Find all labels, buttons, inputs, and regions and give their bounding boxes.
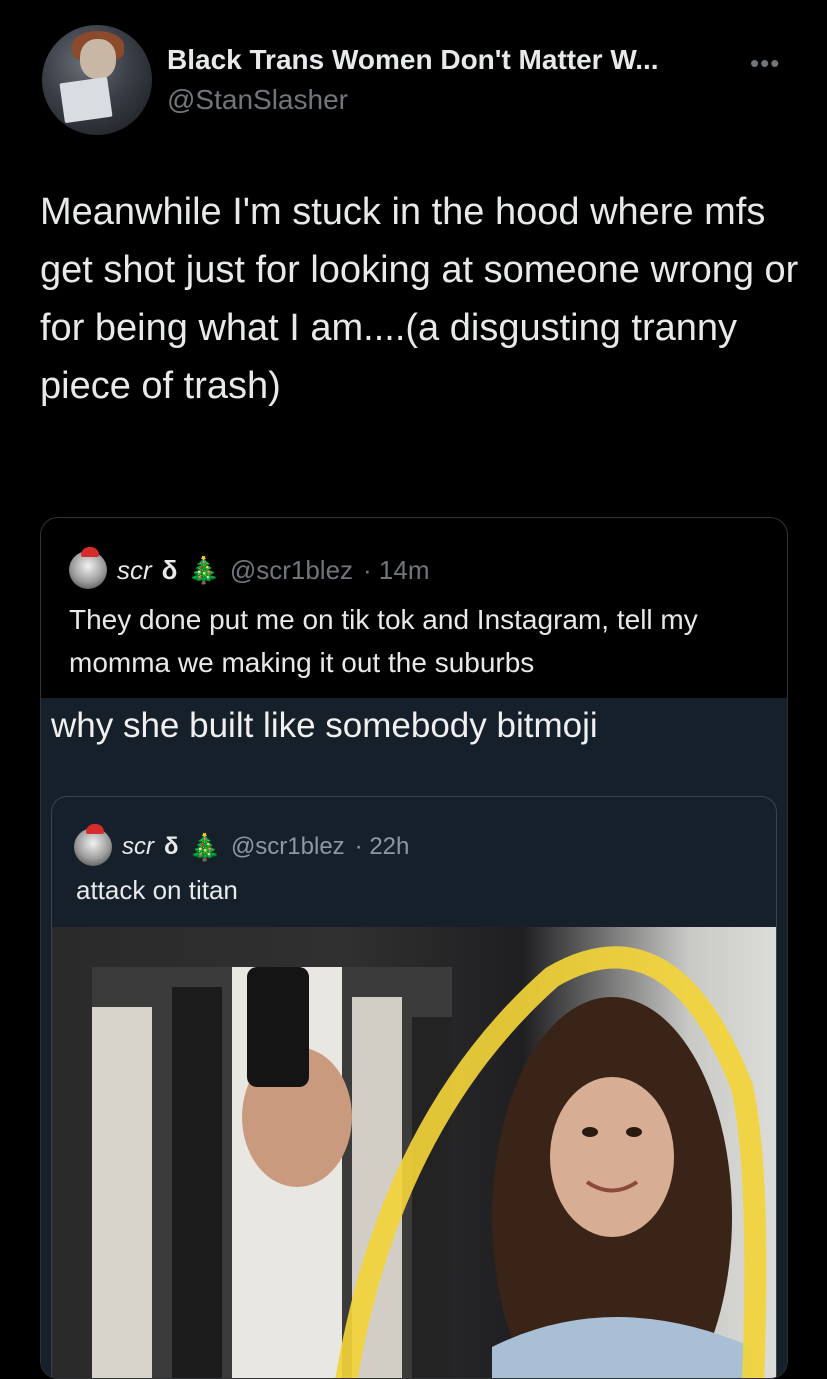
quoted-display-name: scr bbox=[117, 554, 152, 585]
inner-tweet-text: attack on titan bbox=[76, 875, 238, 905]
inner-tweet-card: scr δ 🎄 @scr1blez · 22h attack on titan bbox=[51, 796, 777, 1378]
quoted-handle: @scr1blez bbox=[229, 554, 354, 585]
christmas-tree-icon: 🎄 bbox=[187, 554, 220, 585]
more-options-icon[interactable]: ••• bbox=[750, 48, 780, 79]
inner-display-name: scr bbox=[122, 833, 154, 860]
quoted-media-image[interactable]: why she built like somebody bitmoji scr … bbox=[41, 698, 787, 1378]
user-handle[interactable]: @StanSlasher bbox=[167, 84, 348, 116]
inner-timestamp: · 22h bbox=[354, 833, 410, 860]
inner-tweet-header: scr δ 🎄 @scr1blez · 22h bbox=[74, 824, 410, 867]
quoted-name-glyph: δ bbox=[161, 554, 178, 585]
quoted-tweet-header: scr δ 🎄 @scr1blez · 14m bbox=[69, 547, 430, 590]
profile-avatar[interactable] bbox=[42, 25, 152, 135]
quoted-timestamp: · 14m bbox=[363, 554, 430, 585]
quoted-tweet-text: They done put me on tik tok and Instagra… bbox=[69, 604, 698, 678]
mirror-selfie-photo bbox=[52, 927, 776, 1378]
inner-avatar bbox=[74, 824, 112, 866]
display-name[interactable]: Black Trans Women Don't Matter W... bbox=[167, 44, 659, 76]
christmas-tree-icon: 🎄 bbox=[188, 831, 221, 862]
inner-name-glyph: δ bbox=[164, 833, 179, 860]
quoted-tweet-card[interactable]: scr δ 🎄 @scr1blez · 14m They done put me… bbox=[40, 517, 788, 1379]
media-caption: why she built like somebody bitmoji bbox=[51, 706, 598, 745]
tweet-text: Meanwhile I'm stuck in the hood where mf… bbox=[40, 191, 809, 407]
inner-handle: @scr1blez bbox=[230, 833, 345, 860]
photo-illustration bbox=[92, 946, 767, 1378]
quoted-avatar bbox=[69, 547, 107, 589]
